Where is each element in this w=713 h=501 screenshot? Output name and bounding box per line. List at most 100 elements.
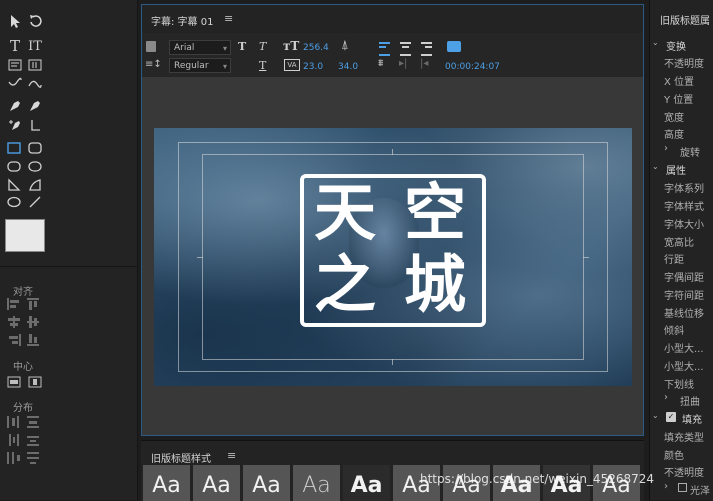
title-canvas[interactable]: 天 空 之 城: [154, 128, 632, 386]
align-top-icon[interactable]: [27, 298, 41, 310]
transform-item[interactable]: 宽度: [664, 109, 684, 124]
fill-item[interactable]: 填充类型: [664, 429, 704, 444]
arc-tool-icon[interactable]: [27, 177, 43, 193]
property-item[interactable]: 下划线: [664, 376, 694, 391]
align-horizontal-center-icon[interactable]: [7, 316, 21, 328]
property-item[interactable]: 字体样式: [664, 198, 704, 213]
rounded-corner-rectangle-tool-icon[interactable]: [27, 158, 43, 174]
fill-checkbox[interactable]: ✓: [666, 412, 676, 422]
fill-header[interactable]: 填充: [682, 411, 702, 426]
background-video-icon[interactable]: [146, 41, 156, 52]
transform-item[interactable]: 高度: [664, 126, 684, 141]
tab-stops-icon[interactable]: ≡↕: [145, 59, 162, 70]
gloss-checkbox[interactable]: [678, 483, 687, 492]
font-family-select[interactable]: Arial ▾: [169, 40, 231, 55]
rotation-tool-icon[interactable]: [27, 13, 43, 29]
chevron-down-icon[interactable]: ⌄: [652, 38, 659, 47]
center-horizontal-icon[interactable]: [6, 374, 22, 390]
property-item[interactable]: 小型大...: [664, 340, 704, 355]
font-style-select[interactable]: Regular ▾: [169, 58, 231, 73]
line-tool-icon[interactable]: [27, 194, 43, 210]
ellipse-tool-icon[interactable]: [6, 194, 22, 210]
vertical-type-tool-icon[interactable]: ΙT: [27, 38, 43, 54]
property-item[interactable]: 倾斜: [664, 322, 684, 337]
timecode[interactable]: 00:00:24:07: [445, 62, 500, 72]
step-back-icon[interactable]: |◂: [420, 58, 428, 69]
style-swatch[interactable]: Aa: [343, 465, 390, 501]
underline-icon[interactable]: T: [259, 59, 266, 72]
property-item[interactable]: 字偶间距: [664, 269, 704, 284]
rectangle-tool-icon[interactable]: [6, 140, 22, 156]
path-type-tool-icon[interactable]: [7, 75, 23, 91]
title-tab[interactable]: 字幕: 字幕 01: [151, 13, 213, 28]
fill-color-swatch[interactable]: [5, 219, 45, 252]
center-vertical-icon[interactable]: [27, 374, 43, 390]
roll-crawl-options-icon[interactable]: [447, 41, 461, 52]
align-text-right-icon[interactable]: [421, 42, 432, 56]
kerning-value[interactable]: 23.0: [303, 62, 323, 72]
center-mark-left: [197, 257, 203, 258]
transform-header[interactable]: 变换: [666, 38, 686, 53]
pen-tool-icon[interactable]: [7, 98, 23, 114]
rounded-rectangle-tool-icon[interactable]: [27, 140, 43, 156]
align-text-center-icon[interactable]: [400, 42, 411, 56]
convert-anchor-tool-icon[interactable]: [27, 117, 43, 133]
chevron-right-icon[interactable]: ›: [664, 481, 668, 492]
property-item[interactable]: 小型大...: [664, 358, 704, 373]
distribute-right-icon[interactable]: [7, 452, 21, 464]
style-swatch[interactable]: Aa: [143, 465, 190, 501]
property-item[interactable]: 基线位移: [664, 305, 704, 320]
font-style-value: Regular: [174, 61, 209, 71]
fill-item[interactable]: 颜色: [664, 447, 684, 462]
distribute-middle-icon[interactable]: [27, 434, 41, 446]
chevron-down-icon[interactable]: ⌄: [652, 162, 659, 171]
selection-tool-icon[interactable]: [7, 13, 23, 29]
distribute-center-icon[interactable]: [7, 434, 21, 446]
distribute-left-icon[interactable]: [7, 416, 21, 428]
chevron-right-icon[interactable]: ›: [664, 392, 668, 403]
properties-header[interactable]: 属性: [666, 162, 686, 177]
align-text-left-icon[interactable]: [379, 42, 390, 56]
tab-stops-ruler-icon[interactable]: ⩩: [378, 58, 383, 69]
vertical-path-type-tool-icon[interactable]: [27, 75, 43, 91]
add-anchor-tool-icon[interactable]: [7, 117, 23, 133]
area-type-tool-icon[interactable]: [7, 57, 23, 73]
align-vertical-center-icon[interactable]: [27, 316, 41, 328]
style-swatch[interactable]: Aa: [293, 465, 340, 501]
wedge-tool-icon[interactable]: [6, 177, 22, 193]
center-mark-bottom: [392, 359, 393, 365]
transform-item[interactable]: X 位置: [664, 73, 694, 88]
fill-item[interactable]: 不透明度: [664, 464, 704, 479]
align-left-icon[interactable]: [7, 298, 21, 310]
property-item[interactable]: 宽高比: [664, 234, 694, 249]
transform-item[interactable]: Y 位置: [664, 91, 693, 106]
property-item[interactable]: 字符间距: [664, 287, 704, 302]
gloss-item[interactable]: 光泽: [690, 482, 710, 497]
panel-menu-icon[interactable]: ≡: [224, 12, 233, 25]
transform-item[interactable]: 不透明度: [664, 55, 704, 70]
leading-value[interactable]: 34.0: [338, 62, 358, 72]
rotation-item[interactable]: 旋转: [680, 144, 700, 159]
italic-icon[interactable]: T: [259, 40, 266, 53]
style-swatch[interactable]: Aa: [243, 465, 290, 501]
chevron-right-icon[interactable]: ›: [664, 143, 668, 154]
type-tool-icon[interactable]: T: [7, 37, 23, 55]
distribute-top-icon[interactable]: [27, 416, 41, 428]
chevron-down-icon[interactable]: ⌄: [652, 411, 659, 420]
bold-icon[interactable]: T: [238, 40, 246, 53]
property-item[interactable]: 行距: [664, 251, 684, 266]
property-item[interactable]: 字体系列: [664, 180, 704, 195]
property-item[interactable]: 字体大小: [664, 216, 704, 231]
font-size-value[interactable]: 256.4: [303, 43, 329, 53]
style-swatch[interactable]: Aa: [193, 465, 240, 501]
align-bottom-icon[interactable]: [27, 334, 41, 346]
align-right-icon[interactable]: [7, 334, 21, 346]
distort-item[interactable]: 扭曲: [680, 393, 700, 408]
delete-anchor-tool-icon[interactable]: [27, 98, 43, 114]
styles-menu-icon[interactable]: ≡: [227, 449, 236, 462]
step-forward-icon[interactable]: ▸|: [399, 58, 407, 69]
distribute-bottom-icon[interactable]: [27, 452, 41, 464]
vertical-area-type-tool-icon[interactable]: [27, 57, 43, 73]
align-label: 对齐: [13, 287, 33, 298]
clipped-corner-rectangle-tool-icon[interactable]: [6, 158, 22, 174]
